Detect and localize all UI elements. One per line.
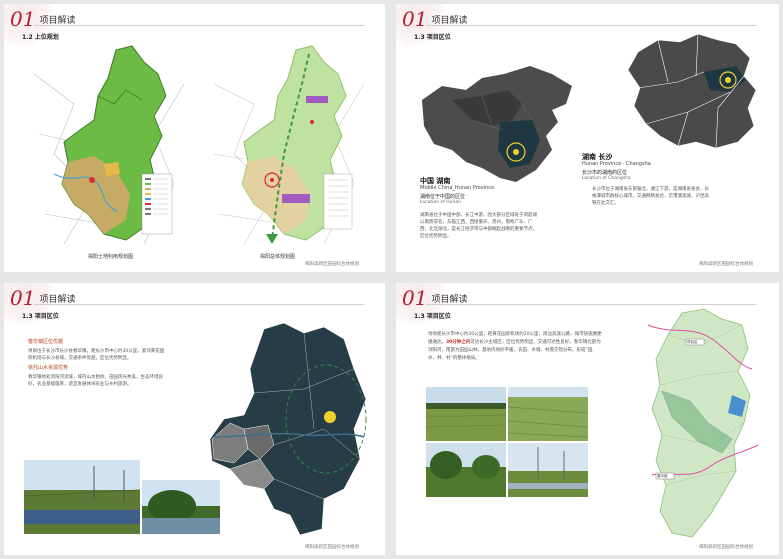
hunan-map (627, 33, 757, 149)
header-rule (34, 25, 364, 26)
photo-countryside-1 (24, 460, 140, 534)
location-heading-1: 春华镇区位优越 (28, 339, 64, 345)
photo-countryside-2 (142, 480, 220, 534)
page-footer: 揭阳高新区田园综合体规划 (305, 262, 359, 267)
china-map-en: Middle China_Hunan Province (420, 185, 495, 191)
section-title: 项目解读 (431, 294, 468, 305)
page-footer: 揭阳高新区田园综合体规划 (699, 545, 753, 550)
header-rule (34, 304, 364, 305)
map-caption-right: 揭阳总体规划图 (260, 254, 296, 260)
photo-fields-4 (508, 443, 588, 497)
page-header: 01 项目解读 (402, 8, 467, 30)
page-footer: 揭阳高新区田园综合体规划 (305, 545, 359, 550)
photo-fields-3 (426, 443, 506, 497)
page-header: 01 项目解读 (402, 287, 467, 309)
location-text: 春华镇区位优越 项目位于长沙市长沙县春华镇，距长沙市中心约30公里，紧邻黄花国际… (28, 339, 168, 391)
page-2: 01 项目解读 1.3 项目区位 中国 湖南 Middle China_Huna… (396, 4, 779, 272)
map-label-project: 项目区 (687, 340, 698, 344)
changsha-region-map (209, 322, 367, 536)
location-paragraph-1: 项目位于长沙市长沙县春华镇，距长沙市中心约30公里，紧邻黄花国际机场与长沙县城，… (28, 349, 165, 361)
location-heading-2: 依托山水资源优势 (28, 365, 69, 371)
land-use-map (34, 45, 184, 245)
master-plan-map (214, 45, 364, 245)
hunan-description: 湖南省位于中国中部，长江中游，因大部分区域处于洞庭湖以南而得名，东临江西，西接重… (420, 213, 537, 239)
hunan-map-en: Hunan Province · Changsha (582, 161, 651, 167)
map-label-town: 春华镇 (657, 474, 668, 478)
page-4: 01 项目解读 1.3 项目区位 场地距长沙市中心约30公里，距黄花国际机场约2… (396, 283, 779, 555)
page-1: 01 项目解读 1.2 上位规划 揭阳土地利用规划图 揭阳总体规划图 揭阳高新区… (4, 4, 385, 272)
page-header: 01 项目解读 (10, 287, 75, 309)
section-number: 01 (402, 7, 428, 31)
subsection-title: 1.2 上位规划 (22, 34, 59, 41)
section-title: 项目解读 (39, 15, 76, 26)
section-title: 项目解读 (431, 15, 468, 26)
page-3: 01 项目解读 1.3 项目区位 春华镇区位优越 项目位于长沙市长沙县春华镇，距… (4, 283, 385, 555)
location-paragraph-2: 春华镇地处浏阳河流域，域内山水相依，田园风光秀美，生态环境良好，农业基础雄厚，适… (28, 375, 163, 387)
section-number: 01 (402, 286, 428, 310)
subsection-title: 1.3 项目区位 (22, 313, 59, 320)
section-number: 01 (10, 7, 36, 31)
photo-fields-2 (508, 387, 588, 441)
site-location-map (647, 308, 759, 538)
header-rule (426, 25, 756, 26)
site-description: 场地距长沙市中心约30公里，距黄花国际机场约20公里，周边高速公路、城市快速路便… (428, 331, 604, 363)
china-map (422, 66, 572, 182)
hunan-map-subtitle-en: Location of Changsha (582, 176, 631, 181)
map-caption-left: 揭阳土地利用规划图 (88, 254, 134, 260)
china-map-subtitle: 湖南位于中国的区位 (420, 194, 466, 200)
page-footer: 揭阳高新区田园综合体规划 (699, 262, 753, 267)
page-header: 01 项目解读 (10, 8, 75, 30)
subsection-title: 1.3 项目区位 (414, 34, 451, 41)
site-description-highlight: 30分钟之内 (446, 340, 471, 345)
section-number: 01 (10, 286, 36, 310)
photo-fields-1 (426, 387, 506, 441)
hunan-map-subtitle: 长沙市的湖南的区位 (582, 170, 628, 176)
section-title: 项目解读 (39, 294, 76, 305)
subsection-title: 1.3 项目区位 (414, 313, 451, 320)
china-map-subtitle-en: Location of Hunan (420, 200, 461, 205)
changsha-description: 长沙市位于湖南省东部偏北，湘江下游，是湖南省省会，长株潭城市群核心城市，交通网络… (592, 187, 709, 206)
